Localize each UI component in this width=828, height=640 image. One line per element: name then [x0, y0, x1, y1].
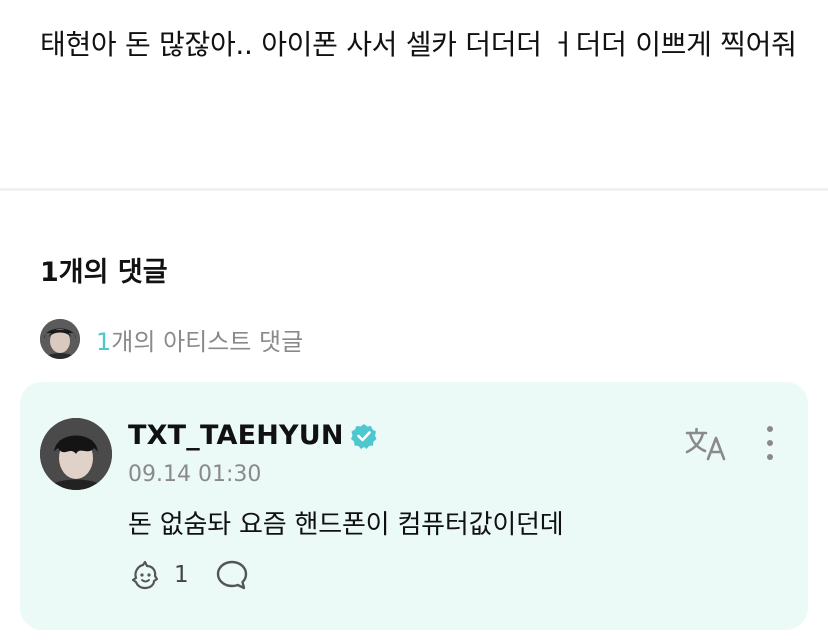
- author-avatar[interactable]: [40, 418, 112, 490]
- divider: [0, 188, 828, 191]
- verified-badge-icon: [350, 423, 377, 449]
- post-text: 태현아 돈 많잖아.. 아이폰 사서 셀카 더더더 ㅓ더더 이쁘게 찍어줘: [40, 28, 797, 61]
- artist-comments-filter[interactable]: 1개의 아티스트 댓글: [40, 318, 303, 360]
- like-count: 1: [174, 562, 189, 588]
- comments-count-title: 1개의 댓글: [40, 257, 168, 288]
- artist-avatar: [40, 319, 80, 359]
- author-row: TXT_TAEHYUN: [128, 420, 378, 451]
- comment-text: 돈 없숨돠 요즘 핸드폰이 컴퓨터값이던데: [128, 510, 564, 540]
- author-name[interactable]: TXT_TAEHYUN: [128, 420, 344, 451]
- comment-actions: 1: [128, 558, 249, 592]
- translate-icon[interactable]: [684, 426, 728, 462]
- comment-timestamp: 09.14 01:30: [128, 462, 262, 487]
- artist-comment-card: TXT_TAEHYUN 09.14 01:30 돈 없숨돠 요즘 핸드폰이 컴퓨…: [20, 382, 808, 630]
- artist-comments-label: 개의 아티스트 댓글: [111, 327, 304, 356]
- more-vertical-icon[interactable]: [760, 424, 780, 462]
- reply-icon[interactable]: [215, 558, 249, 592]
- like-icon[interactable]: [128, 558, 162, 592]
- artist-comments-number: 1: [96, 327, 112, 356]
- artist-comments-count: 1개의 아티스트 댓글: [96, 322, 303, 357]
